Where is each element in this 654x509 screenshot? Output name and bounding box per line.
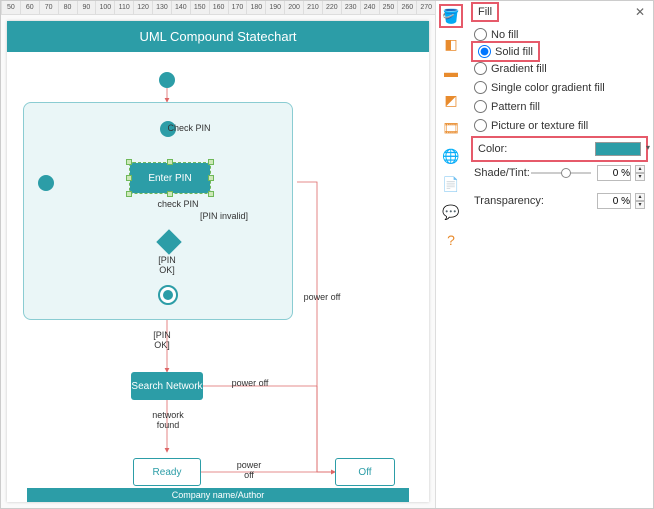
radio-no-fill[interactable]: No fill [474,25,645,44]
transparency-row: Transparency: ▴▾ [474,187,645,215]
label-pin-ok-2: [PIN OK] [147,330,177,350]
transparency-up[interactable]: ▴ [635,193,645,201]
tooltip-icon[interactable]: 💬 [442,203,460,221]
radio-single-gradient[interactable]: Single color gradient fill [474,78,645,97]
label-power-off-top: power off [297,292,347,302]
radio-gradient-fill[interactable]: Gradient fill [474,59,645,78]
label-check-pin: Check PIN [154,123,224,133]
composite-state[interactable]: Check PIN Enter PIN check PIN [PIN inval… [23,102,293,320]
color-row: Color: [474,139,645,159]
radio-pattern-fill[interactable]: Pattern fill [474,97,645,116]
shade-input[interactable] [597,165,631,181]
globe-icon[interactable]: 🌐 [442,147,460,165]
panel-title: Fill [474,5,496,19]
node-ready[interactable]: Ready [133,458,201,486]
initial-state-outer[interactable] [159,72,175,88]
shade-up[interactable]: ▴ [635,165,645,173]
radio-solid-fill[interactable]: Solid fill [474,44,537,59]
transparency-input[interactable] [597,193,631,209]
color-label: Color: [478,143,507,155]
transparency-down[interactable]: ▾ [635,201,645,209]
ruler-horizontal: 5060708090100110120130140150160170180190… [1,1,435,15]
page: UML Compound Statechart [7,21,429,502]
label-power-off-2: power off [229,460,269,480]
label-recheck: check PIN [148,199,208,209]
shade-row: Shade/Tint: ▴▾ [474,159,645,187]
radio-picture-fill[interactable]: Picture or texture fill [474,116,645,135]
help-icon[interactable]: ? [442,231,460,249]
shade-slider[interactable] [531,172,591,174]
node-search-network[interactable]: Search Network [131,372,203,400]
paint-bucket-icon[interactable]: 🪣 [442,7,460,25]
label-power-off-1: power off [225,378,275,388]
entry-point[interactable] [38,175,54,191]
label-pin-ok-1: [PIN OK] [152,255,182,275]
page-icon[interactable]: 📄 [442,175,460,193]
film-icon[interactable]: 🎞 [442,119,460,137]
tool-strip: 🪣 ◧ ▬ ◩ 🎞 🌐 📄 💬 ? [436,1,466,508]
node-off[interactable]: Off [335,458,395,486]
decision-node[interactable] [156,229,181,254]
square-icon[interactable]: ◧ [442,35,460,53]
page-title: UML Compound Statechart [7,21,429,52]
color-picker[interactable] [595,142,641,156]
label-network-found: network found [143,410,193,430]
label-pin-invalid: [PIN invalid] [184,211,264,221]
page-footer: Company name/Author [27,488,409,502]
shadow-icon[interactable]: ◩ [442,91,460,109]
canvas-area[interactable]: 5060708090100110120130140150160170180190… [1,1,435,508]
uml-diagram[interactable]: Check PIN Enter PIN check PIN [PIN inval… [7,52,429,483]
close-icon[interactable]: ✕ [635,5,645,19]
line-icon[interactable]: ▬ [442,63,460,81]
shade-down[interactable]: ▾ [635,173,645,181]
final-state-inner[interactable] [158,285,178,305]
node-enter-pin[interactable]: Enter PIN [130,163,210,193]
fill-panel: 🪣 ◧ ▬ ◩ 🎞 🌐 📄 💬 ? Fill ✕ No fill Solid f… [435,1,653,508]
